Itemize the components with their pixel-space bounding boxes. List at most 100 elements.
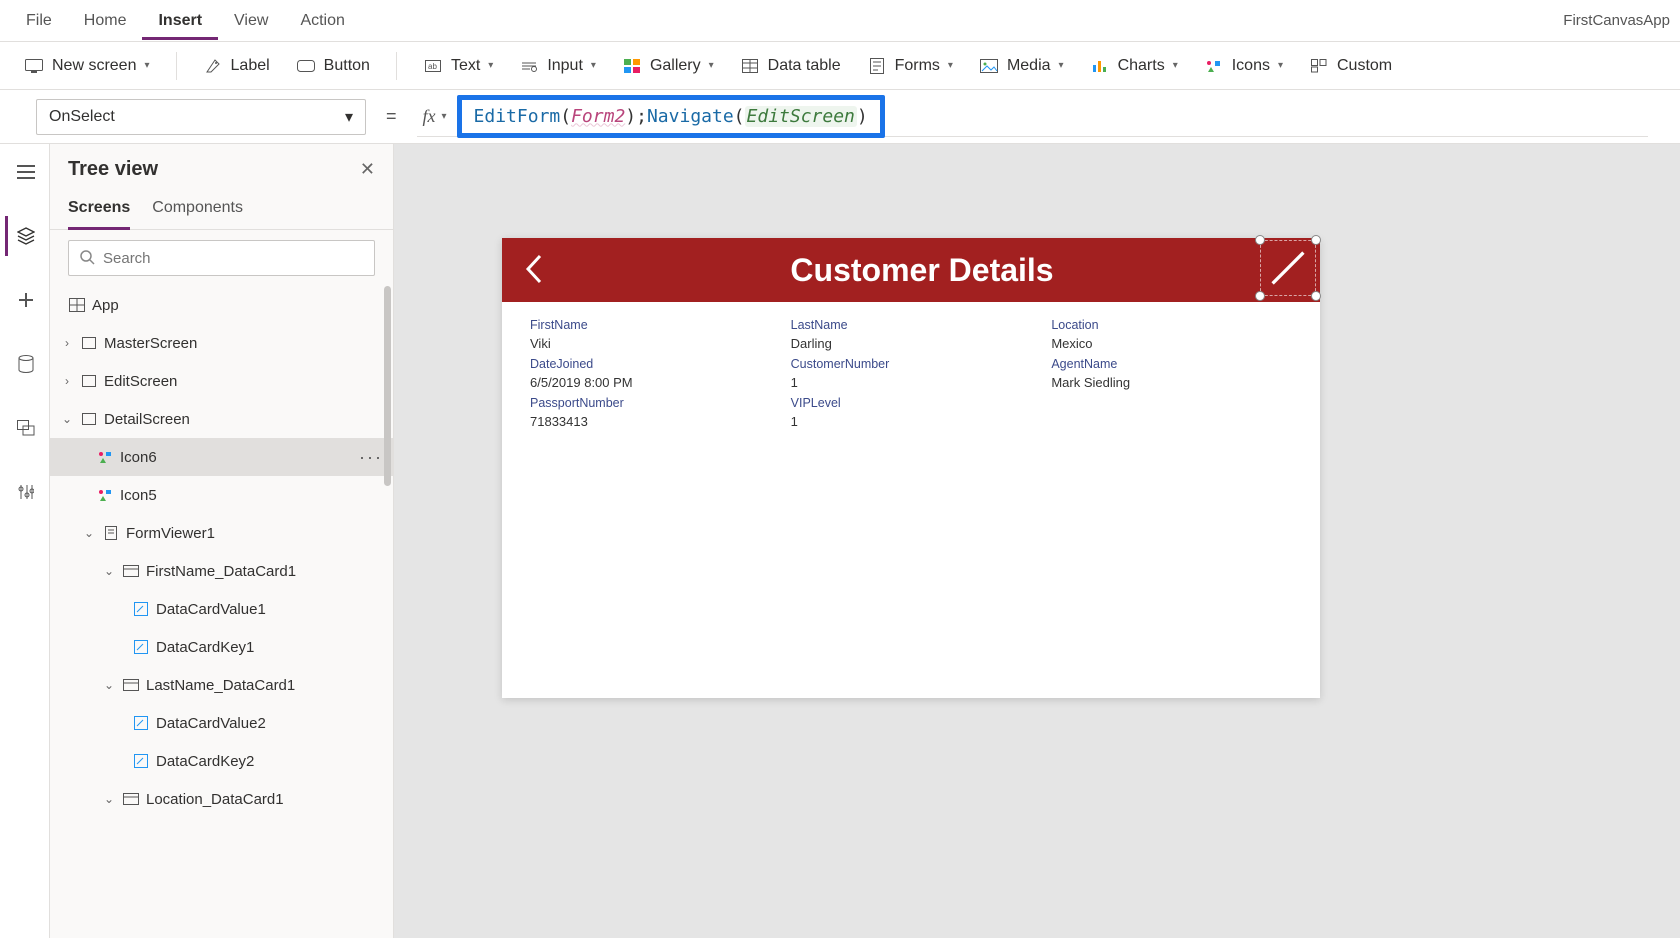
chevron-down-icon: ▾	[144, 60, 149, 71]
formula-highlight[interactable]: EditForm(Form2);Navigate(EditScreen)	[457, 95, 885, 138]
new-screen-button[interactable]: New screen ▾	[14, 50, 160, 82]
tree-item-icon5[interactable]: Icon5	[50, 476, 393, 514]
menu-insert[interactable]: Insert	[142, 2, 218, 40]
input-button[interactable]: Input ▾	[509, 50, 606, 82]
button-icon	[296, 56, 316, 76]
field-agentname: AgentName Mark Siedling	[1051, 357, 1292, 390]
field-value: Mark Siedling	[1051, 375, 1292, 390]
field-datejoined: DateJoined 6/5/2019 8:00 PM	[530, 357, 771, 390]
tree-item-datacardkey2[interactable]: DataCardKey2	[50, 742, 393, 780]
gallery-button[interactable]: Gallery ▾	[612, 50, 724, 82]
field-lastname: LastName Darling	[791, 318, 1032, 351]
tree-view-icon[interactable]	[5, 216, 45, 256]
formula-arg2: EditScreen	[745, 106, 857, 127]
formula-arg1: Form2	[571, 106, 625, 127]
chevron-down-icon[interactable]: ⌄	[82, 526, 96, 540]
chevron-down-icon[interactable]: ⌄	[102, 564, 116, 578]
screen-icon	[80, 372, 98, 390]
tree-label: DataCardValue2	[156, 715, 266, 732]
media-button[interactable]: Media ▾	[969, 50, 1074, 82]
custom-button[interactable]: Custom	[1299, 50, 1402, 82]
formula-input-wrap[interactable]: fx ▾ EditForm(Form2);Navigate(EditScreen…	[417, 97, 1648, 137]
preview-title: Customer Details	[544, 252, 1300, 289]
menu-view[interactable]: View	[218, 2, 284, 40]
chevron-right-icon[interactable]: ›	[60, 336, 74, 350]
label-button[interactable]: Label	[193, 50, 280, 82]
tree-label: LastName_DataCard1	[146, 677, 295, 694]
data-icon[interactable]	[5, 344, 45, 384]
chevron-down-icon[interactable]: ⌄	[102, 678, 116, 692]
menu-file[interactable]: File	[10, 2, 68, 40]
property-selector[interactable]: OnSelect ▾	[36, 99, 366, 135]
chevron-down-icon[interactable]: ▾	[442, 111, 457, 122]
tree-search[interactable]	[68, 240, 375, 276]
forms-button[interactable]: Forms ▾	[857, 50, 963, 82]
scrollbar[interactable]	[384, 286, 391, 486]
tree-item-app[interactable]: App	[50, 286, 393, 324]
tree-label: DetailScreen	[104, 411, 190, 428]
menu-home[interactable]: Home	[68, 2, 143, 40]
tree-item-icon6[interactable]: Icon6 ···	[50, 438, 393, 476]
tree-item-datacardvalue2[interactable]: DataCardValue2	[50, 704, 393, 742]
tree-item-masterscreen[interactable]: › MasterScreen	[50, 324, 393, 362]
field-passportnumber: PassportNumber 71833413	[530, 396, 771, 429]
tree-item-detailscreen[interactable]: ⌄ DetailScreen	[50, 400, 393, 438]
more-icon[interactable]: ···	[359, 447, 383, 468]
canvas[interactable]: Customer Details FirstName Viki LastName…	[394, 144, 1680, 938]
field-viplevel: VIPLevel 1	[791, 396, 1032, 429]
gallery-label: Gallery	[650, 57, 701, 75]
button-button[interactable]: Button	[286, 50, 380, 82]
chevron-down-icon: ▾	[1173, 60, 1178, 71]
tree-item-editscreen[interactable]: › EditScreen	[50, 362, 393, 400]
icons-button[interactable]: Icons ▾	[1194, 50, 1293, 82]
tree-item-formviewer[interactable]: ⌄ FormViewer1	[50, 514, 393, 552]
tree-item-location-card[interactable]: ⌄ Location_DataCard1	[50, 780, 393, 818]
text-button[interactable]: ab Text ▾	[413, 50, 503, 82]
chevron-down-icon: ▾	[1278, 60, 1283, 71]
field-label: FirstName	[530, 318, 771, 332]
tree-list: App › MasterScreen › EditScreen ⌄ Detail…	[50, 286, 393, 938]
field-value: 6/5/2019 8:00 PM	[530, 375, 771, 390]
ribbon: New screen ▾ Label Button ab Text ▾ Inpu…	[0, 42, 1680, 90]
formula-bar: OnSelect ▾ = fx ▾ EditForm(Form2);Naviga…	[0, 90, 1680, 144]
shapes-icon	[96, 448, 114, 466]
label-label: Label	[231, 57, 270, 75]
hamburger-icon[interactable]	[5, 152, 45, 192]
pencil-icon	[1266, 246, 1310, 290]
forms-icon	[867, 56, 887, 76]
chevron-down-icon[interactable]: ⌄	[60, 412, 74, 426]
tree-search-input[interactable]	[103, 250, 364, 267]
chevron-down-icon: ▾	[488, 60, 493, 71]
custom-label: Custom	[1337, 57, 1392, 75]
input-icon	[519, 56, 539, 76]
datacard-icon	[122, 562, 140, 580]
field-value: Mexico	[1051, 336, 1292, 351]
app-name: FirstCanvasApp	[1563, 12, 1670, 29]
left-rail	[0, 144, 50, 938]
data-table-label: Data table	[768, 57, 841, 75]
tab-components[interactable]: Components	[152, 193, 243, 229]
tree-item-datacardkey1[interactable]: DataCardKey1	[50, 628, 393, 666]
fx-icon: fx	[417, 106, 442, 127]
chevron-down-icon[interactable]: ⌄	[102, 792, 116, 806]
close-icon[interactable]: ✕	[360, 159, 375, 180]
selected-edit-icon[interactable]	[1260, 240, 1316, 296]
tree-item-lastname-card[interactable]: ⌄ LastName_DataCard1	[50, 666, 393, 704]
insert-icon[interactable]	[5, 280, 45, 320]
chevron-right-icon[interactable]: ›	[60, 374, 74, 388]
menu-action[interactable]: Action	[284, 2, 360, 40]
media-panel-icon[interactable]	[5, 408, 45, 448]
tab-screens[interactable]: Screens	[68, 193, 130, 230]
chevron-down-icon: ▾	[709, 60, 714, 71]
field-label: AgentName	[1051, 357, 1292, 371]
back-icon[interactable]	[522, 252, 544, 289]
equals-sign: =	[380, 106, 403, 127]
advanced-tools-icon[interactable]	[5, 472, 45, 512]
tree-item-firstname-card[interactable]: ⌄ FirstName_DataCard1	[50, 552, 393, 590]
field-firstname: FirstName Viki	[530, 318, 771, 351]
charts-button[interactable]: Charts ▾	[1080, 50, 1188, 82]
formula-fn2: Navigate	[647, 106, 734, 127]
data-table-button[interactable]: Data table	[730, 50, 851, 82]
field-label: DateJoined	[530, 357, 771, 371]
tree-item-datacardvalue1[interactable]: DataCardValue1	[50, 590, 393, 628]
